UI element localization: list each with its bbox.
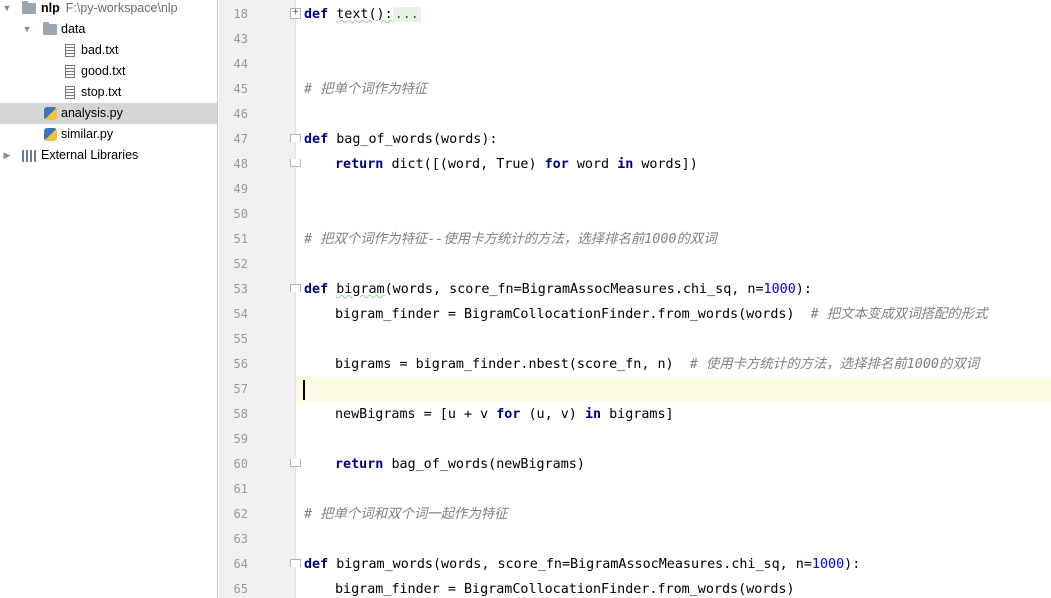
- folder-icon: [22, 1, 36, 14]
- line-number: 57: [233, 382, 248, 396]
- file-label: good.txt: [81, 64, 126, 78]
- folder-icon: [43, 22, 57, 35]
- line-number: 65: [233, 582, 248, 596]
- root-folder-path: F:\py-workspace\nlp: [65, 1, 178, 15]
- python-file-icon: [44, 107, 57, 120]
- text-file-icon: [65, 44, 75, 57]
- code-line-53[interactable]: def bigram(words, score_fn=BigramAssocMe…: [304, 277, 812, 302]
- folded-code-placeholder[interactable]: ...: [392, 7, 421, 22]
- line-number: 46: [233, 107, 248, 121]
- code-editor[interactable]: 18 43 44 45 46 47 48 49 50 51 52 53 54 5…: [219, 0, 1051, 598]
- text-cursor: [303, 380, 305, 400]
- line-number: 52: [233, 257, 248, 271]
- code-line-56[interactable]: bigrams = bigram_finder.nbest(score_fn, …: [304, 352, 979, 377]
- tree-node-bad-txt[interactable]: bad.txt: [0, 40, 217, 61]
- text-file-icon: [65, 86, 75, 99]
- file-label: analysis.py: [61, 106, 123, 120]
- line-number: 56: [233, 357, 248, 371]
- fold-collapse-icon[interactable]: [290, 284, 301, 292]
- line-number: 44: [233, 57, 248, 71]
- line-number: 45: [233, 82, 248, 96]
- tree-node-nlp-root[interactable]: ▼ nlp F:\py-workspace\nlp: [0, 0, 217, 19]
- text-file-icon: [65, 65, 75, 78]
- code-line-60[interactable]: return bag_of_words(newBigrams): [304, 452, 585, 477]
- line-number: 49: [233, 182, 248, 196]
- fold-collapse-icon[interactable]: [290, 559, 301, 567]
- line-number: 64: [233, 557, 248, 571]
- code-line-45[interactable]: # 把单个词作为特征: [304, 77, 427, 102]
- code-line-18[interactable]: def text():...: [304, 2, 421, 27]
- python-file-icon: [44, 128, 57, 141]
- external-libraries-label: External Libraries: [41, 148, 139, 162]
- expand-arrow-icon[interactable]: ▶: [2, 150, 12, 161]
- tree-node-analysis-py[interactable]: analysis.py: [0, 103, 217, 124]
- file-label: bad.txt: [81, 43, 119, 57]
- project-tree: ▼ nlp F:\py-workspace\nlp ▼ data bad.txt …: [0, 0, 218, 598]
- root-folder-name: nlp: [41, 1, 60, 15]
- code-line-51[interactable]: # 把双个词作为特征--使用卡方统计的方法，选择排名前1000的双词: [304, 227, 717, 252]
- fold-expand-icon[interactable]: [290, 5, 301, 19]
- data-folder-label: data: [61, 22, 86, 36]
- code-line-65[interactable]: bigram_finder = BigramCollocationFinder.…: [304, 577, 795, 598]
- line-number: 50: [233, 207, 248, 221]
- library-icon: [22, 150, 36, 162]
- line-number: 18: [233, 7, 248, 21]
- tree-node-good-txt[interactable]: good.txt: [0, 61, 217, 82]
- code-line-64[interactable]: def bigram_words(words, score_fn=BigramA…: [304, 552, 860, 577]
- line-number: 47: [233, 132, 248, 146]
- tree-node-stop-txt[interactable]: stop.txt: [0, 82, 217, 103]
- fold-end-icon[interactable]: [290, 159, 301, 167]
- line-number: 59: [233, 432, 248, 446]
- line-number: 48: [233, 157, 248, 171]
- line-number: 63: [233, 532, 248, 546]
- tree-node-similar-py[interactable]: similar.py: [0, 124, 217, 145]
- line-number: 61: [233, 482, 248, 496]
- line-number: 43: [233, 32, 248, 46]
- line-number: 55: [233, 332, 248, 346]
- tree-node-external-libraries[interactable]: ▶ External Libraries: [0, 145, 217, 166]
- current-line-highlight: [219, 377, 1051, 402]
- expand-arrow-icon[interactable]: ▼: [2, 3, 12, 13]
- code-line-62[interactable]: # 把单个词和双个词一起作为特征: [304, 502, 508, 527]
- file-label: similar.py: [61, 127, 114, 141]
- line-number: 58: [233, 407, 248, 421]
- line-number: 51: [233, 232, 248, 246]
- line-number: 54: [233, 307, 248, 321]
- fold-end-icon[interactable]: [290, 459, 301, 467]
- code-line-48[interactable]: return dict([(word, True) for word in wo…: [304, 152, 698, 177]
- gutter-separator: [295, 0, 296, 598]
- code-line-47[interactable]: def bag_of_words(words):: [304, 127, 498, 152]
- fold-collapse-icon[interactable]: [290, 134, 301, 142]
- expand-arrow-icon[interactable]: ▼: [22, 24, 32, 34]
- code-line-54[interactable]: bigram_finder = BigramCollocationFinder.…: [304, 302, 987, 327]
- line-number: 60: [233, 457, 248, 471]
- code-line-58[interactable]: newBigrams = [u + v for (u, v) in bigram…: [304, 402, 674, 427]
- file-label: stop.txt: [81, 85, 122, 99]
- line-number: 53: [233, 282, 248, 296]
- line-number: 62: [233, 507, 248, 521]
- tree-node-data-folder[interactable]: ▼ data: [0, 19, 217, 40]
